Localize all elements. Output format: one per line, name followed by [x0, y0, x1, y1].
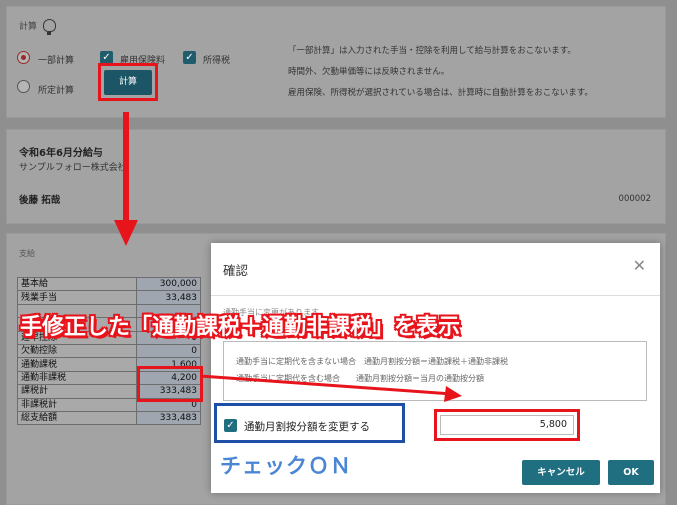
allocation-amount-input[interactable]: 5,800: [440, 415, 574, 435]
calc-button[interactable]: 計算: [104, 70, 152, 95]
specified-calc-radio[interactable]: [17, 80, 30, 93]
employee-name: 後藤 拓哉: [19, 195, 61, 206]
calc-note-3: 雇用保険、所得税が選択されている場合は、計算時に自動計算をおこないます。: [288, 88, 593, 98]
down-arrow-head-icon: [114, 220, 138, 246]
close-icon[interactable]: ✕: [633, 258, 646, 274]
dialog-info-box: 通勤手当に定期代を含まない場合 通勤月割按分額＝通勤課税＋通勤非課税 通勤手当に…: [223, 341, 647, 401]
check-on-caption: チェックＯＮ: [220, 454, 352, 478]
detail-section-head: 支給: [19, 249, 35, 258]
payslip-title: 令和6年6月分給与: [19, 148, 103, 159]
commute-values-highlight: [137, 366, 203, 402]
calc-section-title: 計算: [19, 19, 57, 35]
company-name: サンプルフォロー株式会社: [19, 163, 127, 173]
dialog-title: 確認: [223, 263, 249, 278]
cancel-button[interactable]: キャンセル: [522, 460, 600, 485]
calc-note-2: 時間外、欠勤単価等には反映されません。: [288, 67, 450, 77]
annotation-banner: 手修正した「通勤課税＋通勤非課税」を表示: [20, 315, 461, 340]
info-line-1: 通勤手当に定期代を含まない場合 通勤月割按分額＝通勤課税＋通勤非課税: [236, 357, 508, 366]
info-line-2: 通勤手当に定期代を含む場合 通勤月割按分額＝当月の通勤按分額: [236, 374, 484, 383]
calc-note-1: 「一部計算」は入力された手当・控除を利用して給与計算をおこないます。: [288, 46, 576, 56]
partial-calc-radio[interactable]: [17, 51, 30, 64]
change-allocation-checkbox[interactable]: ✓: [224, 419, 237, 432]
partial-calc-label: 一部計算: [38, 56, 75, 66]
employee-number: 000002: [618, 194, 651, 204]
table-row: 欠勤控除 0: [16, 343, 201, 359]
income-tax-checkbox[interactable]: ✓: [183, 51, 196, 64]
specified-calc-label: 所定計算: [38, 86, 75, 96]
lightbulb-icon: [43, 19, 57, 35]
dialog-divider: [211, 295, 660, 296]
table-row: 基本給 300,000: [16, 276, 201, 292]
table-row: 残業手当 33,483: [16, 290, 201, 305]
down-arrow-shaft: [123, 112, 129, 222]
change-allocation-label[interactable]: 通勤月割按分額を変更する: [244, 419, 370, 434]
table-row: 総支給額 333,483: [16, 410, 201, 426]
income-tax-label: 所得税: [203, 56, 231, 66]
payslip-header-card: 令和6年6月分給与 サンプルフォロー株式会社 後藤 拓哉 000002: [6, 129, 666, 224]
payment-table: 基本給 300,000 残業手当 33,483 遅早控除 0 欠勤控除 0 通勤課税 1,…: [16, 276, 201, 426]
ok-button[interactable]: OK: [608, 460, 654, 485]
